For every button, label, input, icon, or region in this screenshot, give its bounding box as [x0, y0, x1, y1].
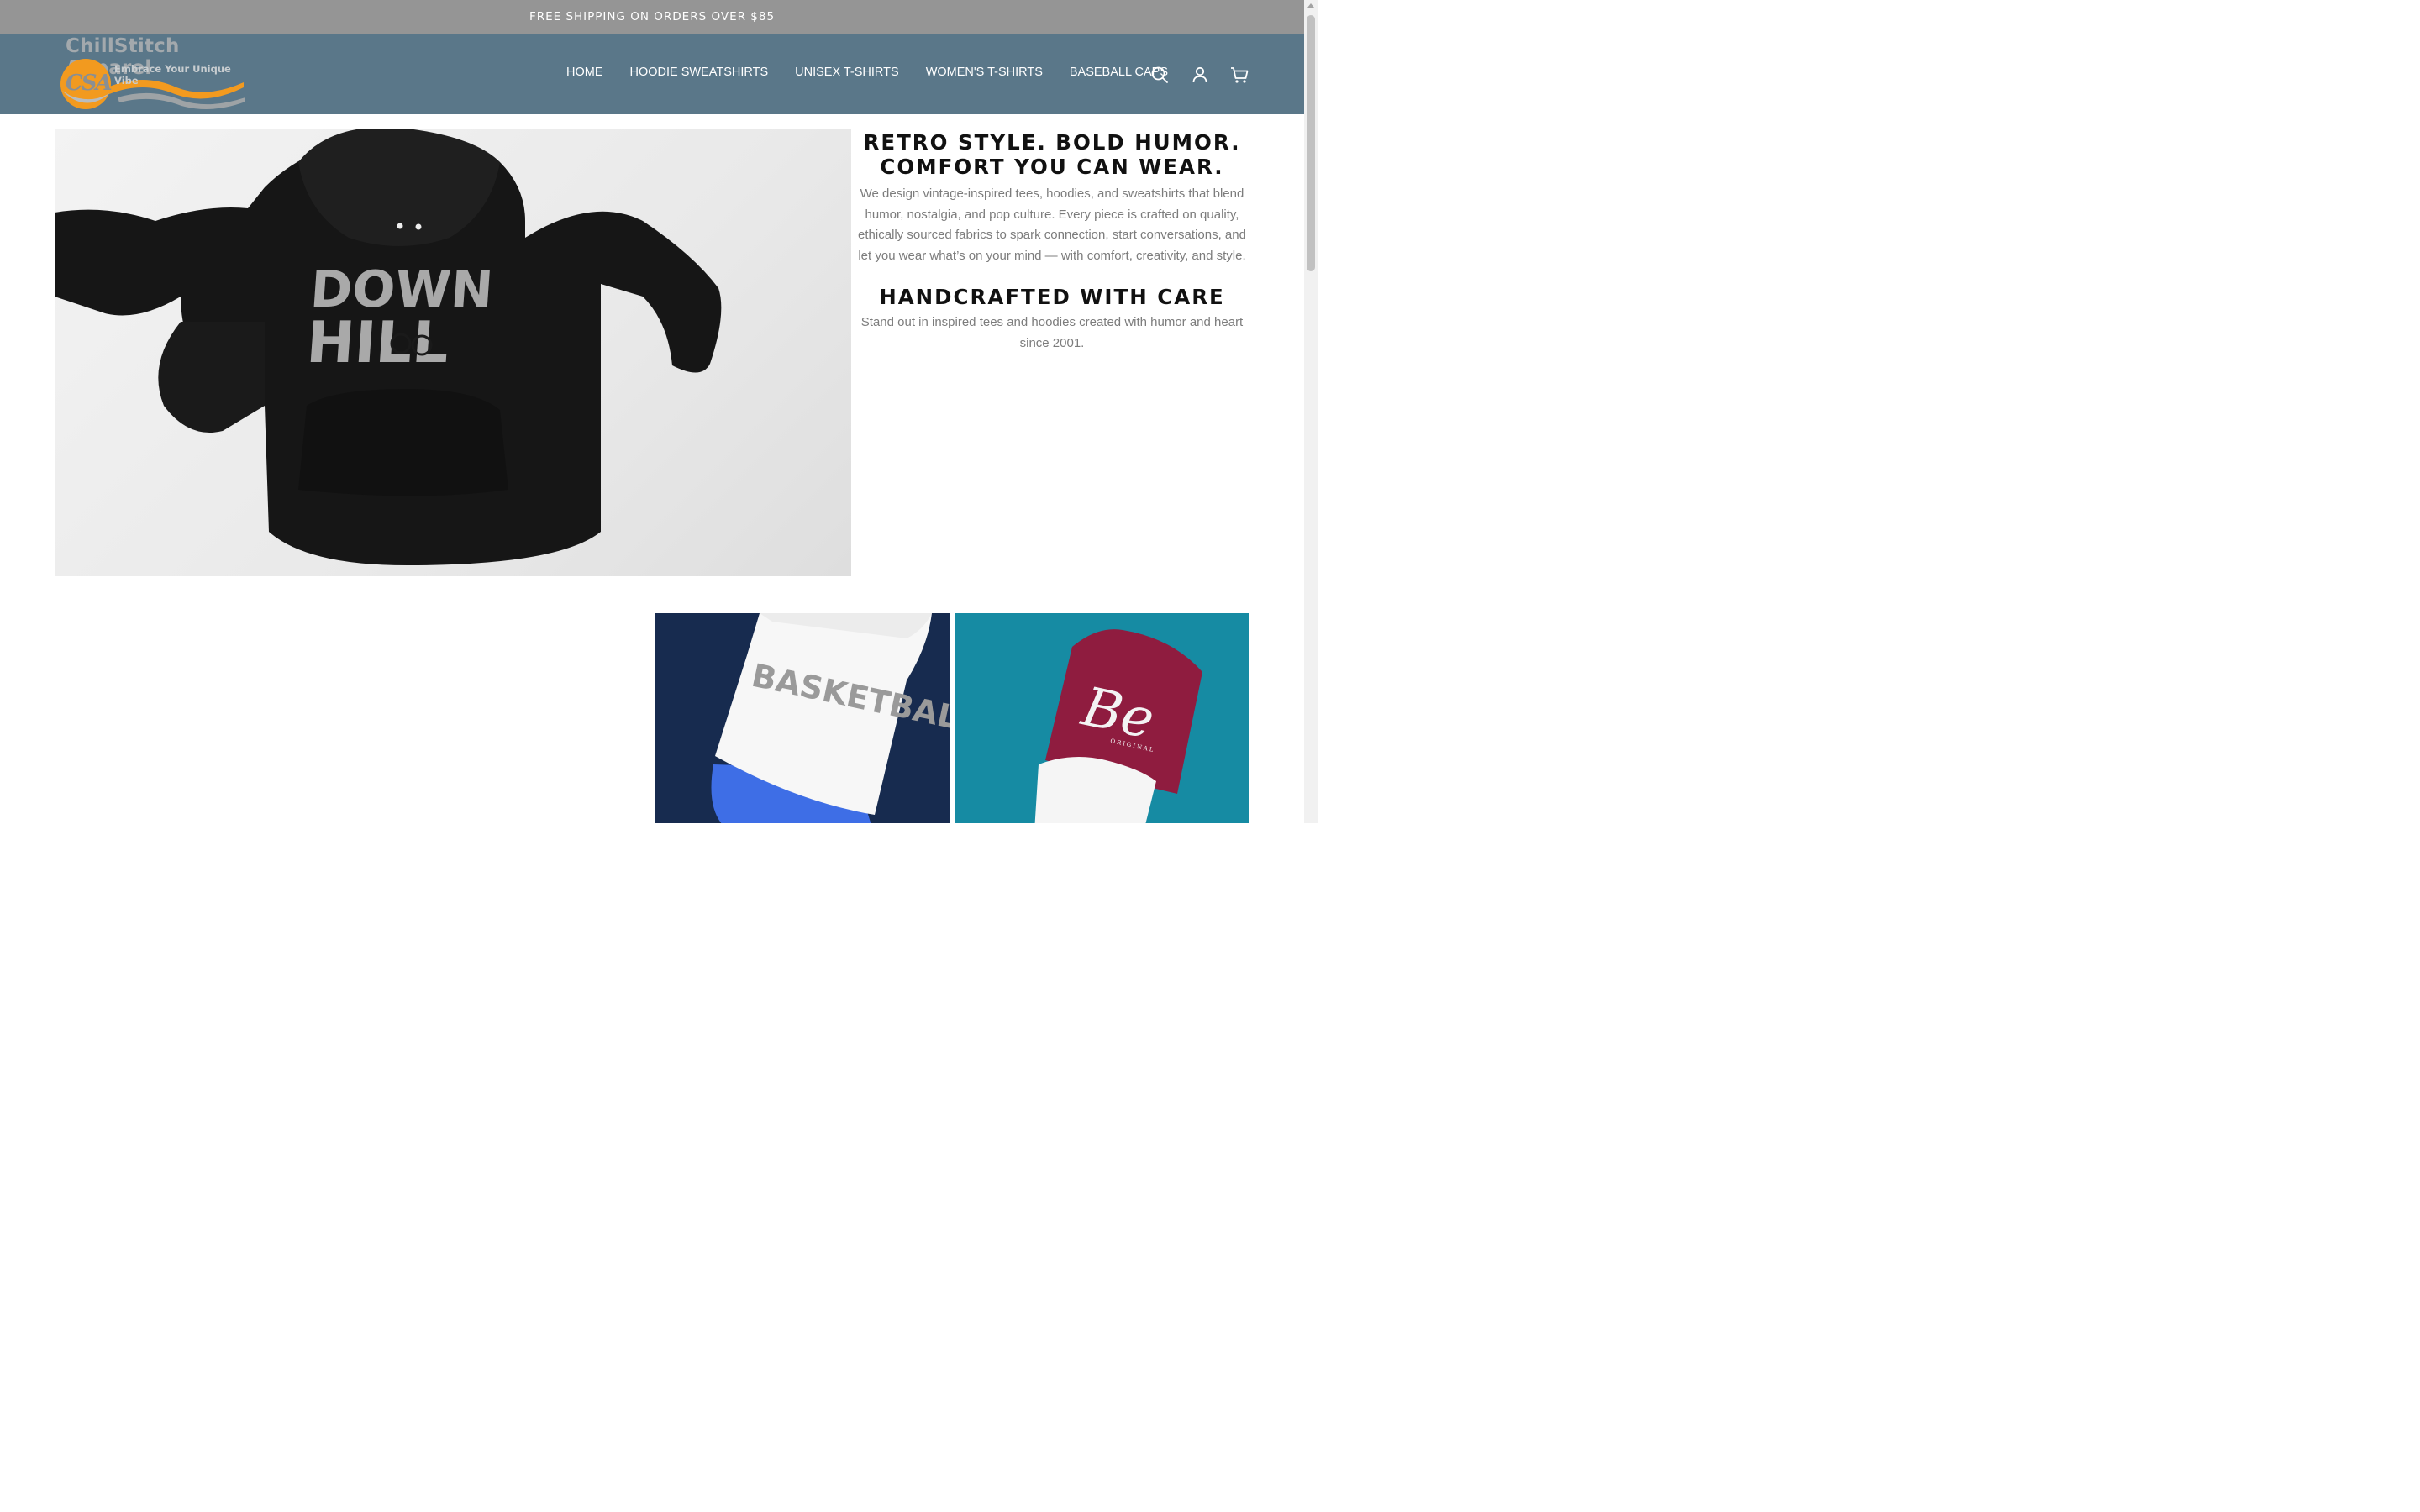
brand-logo[interactable]: ChillStitch Apparel CSA Embrace Your Uni…: [59, 35, 250, 111]
hero-paragraph: We design vintage-inspired tees, hoodies…: [858, 186, 1246, 263]
nav-item-home[interactable]: HOME: [566, 66, 603, 79]
hero-image[interactable]: DOWN HILL: [55, 129, 851, 576]
collection-tile-be-original[interactable]: Be ORIGINAL: [955, 613, 1249, 823]
nav-item-womens-t-shirts[interactable]: WOMEN'S T-SHIRTS: [926, 66, 1043, 79]
hero-heading: RETRO STYLE. BOLD HUMOR. COMFORT YOU CAN…: [857, 130, 1247, 179]
main-nav: HOME HOODIE SWEATSHIRTS UNISEX T-SHIRTS …: [566, 66, 1195, 79]
handcrafted-paragraph: Stand out in inspired tees and hoodies c…: [860, 315, 1244, 350]
hero-heading-line-1: RETRO STYLE. BOLD HUMOR.: [863, 130, 1241, 155]
be-original-shirt-image: Be ORIGINAL: [1034, 629, 1202, 823]
hero-graphic-text: HILL: [304, 310, 450, 376]
hero-copy: RETRO STYLE. BOLD HUMOR. COMFORT YOU CAN…: [857, 129, 1247, 354]
nav-item-unisex-t-shirts[interactable]: UNISEX T-SHIRTS: [795, 66, 899, 79]
page-scrollbar[interactable]: [1304, 0, 1318, 823]
scroll-up-arrow-icon[interactable]: [1307, 3, 1314, 8]
hoodie-illustration: DOWN HILL: [55, 129, 722, 565]
scrollbar-thumb[interactable]: [1307, 15, 1315, 271]
announcement-text: FREE SHIPPING ON ORDERS OVER $85: [529, 10, 776, 24]
brand-monogram: CSA: [66, 71, 113, 96]
search-icon[interactable]: [1150, 65, 1170, 85]
cart-icon[interactable]: [1229, 65, 1249, 85]
site-header: ChillStitch Apparel CSA Embrace Your Uni…: [0, 34, 1304, 114]
brand-tagline: Embrace Your Unique Vibe: [114, 63, 231, 87]
hero-heading-line-2: COMFORT YOU CAN WEAR.: [880, 155, 1224, 179]
account-icon[interactable]: [1190, 65, 1210, 85]
nav-item-hoodie-sweatshirts[interactable]: HOODIE SWEATSHIRTS: [630, 66, 769, 79]
basketball-shirt-image: BASKETBALL: [711, 613, 950, 823]
collection-tile-basketball[interactable]: BASKETBALL: [655, 613, 950, 823]
announcement-bar: FREE SHIPPING ON ORDERS OVER $85: [0, 0, 1304, 34]
handcrafted-heading: HANDCRAFTED WITH CARE: [879, 285, 1225, 309]
